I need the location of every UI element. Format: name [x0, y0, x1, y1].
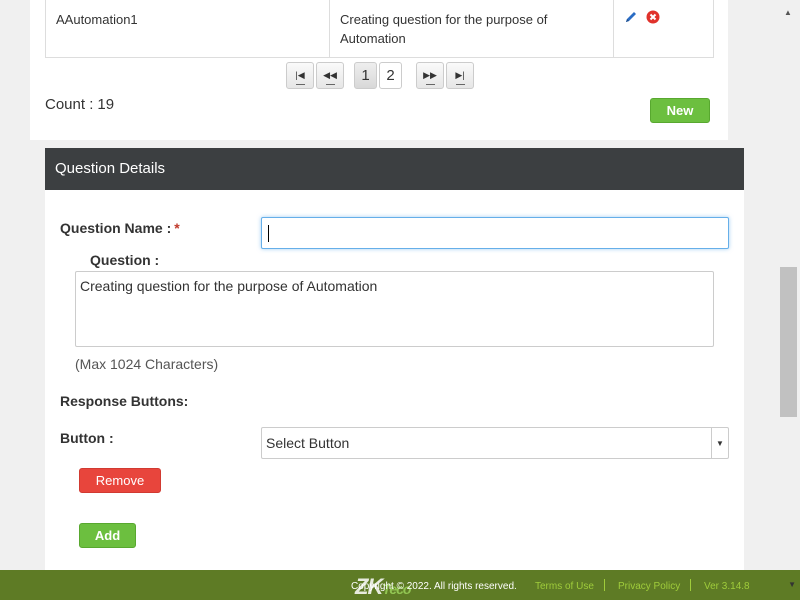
- button-label: Button :: [60, 430, 114, 446]
- last-page-button[interactable]: ▶|: [446, 62, 474, 89]
- page-2-button[interactable]: 2: [379, 62, 402, 89]
- count-value: 19: [97, 96, 115, 113]
- table-row: AAutomation1 Creating question for the p…: [45, 0, 714, 58]
- delete-icon[interactable]: [646, 10, 660, 24]
- count-label: Count :: [45, 96, 94, 113]
- scroll-up-icon[interactable]: ▲: [776, 0, 800, 24]
- pagination: |◀ ◀◀ 1 2 ▶▶ ▶|: [286, 62, 474, 89]
- version-text: Ver 3.14.8: [704, 581, 750, 592]
- copyright-text: Copyright © 2022. All rights reserved.: [351, 581, 517, 592]
- terms-of-use-link[interactable]: Terms of Use: [535, 581, 594, 592]
- panel-title: Question Details: [45, 148, 744, 190]
- required-mark: *: [174, 220, 180, 236]
- scrollbar-thumb[interactable]: [780, 267, 797, 417]
- first-page-button[interactable]: |◀: [286, 62, 314, 89]
- response-buttons-label: Response Buttons:: [60, 393, 189, 409]
- question-details-panel: Question Details Question Name : * Questi…: [45, 148, 744, 578]
- question-name-label: Question Name : *: [60, 220, 180, 236]
- privacy-policy-link[interactable]: Privacy Policy: [618, 581, 680, 592]
- page-scrollbar[interactable]: ▲: [776, 0, 800, 570]
- question-text-cell: Creating question for the purpose of Aut…: [330, 0, 614, 57]
- edit-pencil-icon[interactable]: [624, 10, 638, 24]
- divider: [604, 579, 605, 591]
- chevron-down-icon[interactable]: ▼: [711, 428, 728, 458]
- scroll-down-icon[interactable]: ▼: [788, 580, 796, 589]
- new-button[interactable]: New: [650, 98, 710, 123]
- max-characters-hint: (Max 1024 Characters): [75, 356, 219, 372]
- question-textarea[interactable]: Creating question for the purpose of Aut…: [75, 271, 714, 347]
- prev-page-button[interactable]: ◀◀: [316, 62, 344, 89]
- remove-button[interactable]: Remove: [79, 468, 161, 493]
- button-select[interactable]: Select Button ▼: [261, 427, 729, 459]
- button-select-value: Select Button: [266, 435, 350, 451]
- record-count: Count :19: [45, 96, 114, 113]
- question-name-input[interactable]: [261, 217, 729, 249]
- actions-cell: [614, 0, 713, 57]
- add-button[interactable]: Add: [79, 523, 136, 548]
- divider: [690, 579, 691, 591]
- question-list-panel: AAutomation1 Creating question for the p…: [30, 0, 728, 140]
- footer: ZKTeco Copyright © 2022. All rights rese…: [0, 570, 800, 600]
- question-name-cell: AAutomation1: [46, 0, 330, 57]
- page-1-button[interactable]: 1: [354, 62, 377, 89]
- next-page-button[interactable]: ▶▶: [416, 62, 444, 89]
- question-label: Question :: [90, 252, 160, 268]
